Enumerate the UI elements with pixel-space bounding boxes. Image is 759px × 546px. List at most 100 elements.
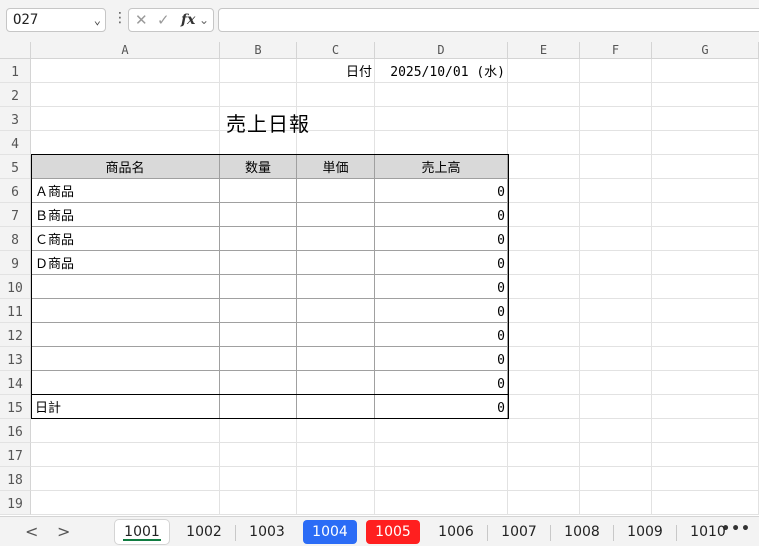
cell-b14[interactable] [220, 371, 297, 395]
cell-f14[interactable] [580, 371, 652, 395]
cell-e6[interactable] [508, 179, 580, 203]
cell-c18[interactable] [297, 467, 375, 491]
cell-b15[interactable] [220, 395, 297, 419]
column-header-g[interactable]: G [652, 42, 759, 59]
cell-c9[interactable] [297, 251, 375, 275]
cell-c15[interactable] [297, 395, 375, 419]
cell-g11[interactable] [652, 299, 759, 323]
row-header-16[interactable]: 16 [0, 419, 31, 443]
more-options-icon[interactable]: ⋮ [113, 10, 127, 26]
cell-a7[interactable]: Ｂ商品 [31, 203, 220, 227]
row-header-5[interactable]: 5 [0, 155, 31, 179]
cell-b2[interactable] [220, 83, 297, 107]
row-header-19[interactable]: 19 [0, 491, 31, 515]
cell-g17[interactable] [652, 443, 759, 467]
cell-f16[interactable] [580, 419, 652, 443]
cell-f9[interactable] [580, 251, 652, 275]
cell-d12[interactable]: 0 [375, 323, 508, 347]
cell-b6[interactable] [220, 179, 297, 203]
cell-g12[interactable] [652, 323, 759, 347]
cell-f13[interactable] [580, 347, 652, 371]
cell-c12[interactable] [297, 323, 375, 347]
cell-c16[interactable] [297, 419, 375, 443]
cell-d15[interactable]: 0 [375, 395, 508, 419]
cell-b5[interactable]: 数量 [220, 155, 297, 179]
cell-b11[interactable] [220, 299, 297, 323]
cell-e10[interactable] [508, 275, 580, 299]
row-header-9[interactable]: 9 [0, 251, 31, 275]
cell-g5[interactable] [652, 155, 759, 179]
cell-d2[interactable] [375, 83, 508, 107]
cell-e11[interactable] [508, 299, 580, 323]
cell-g2[interactable] [652, 83, 759, 107]
cell-d6[interactable]: 0 [375, 179, 508, 203]
cell-a3[interactable] [31, 107, 220, 131]
cell-b18[interactable] [220, 467, 297, 491]
cell-a9[interactable]: Ｄ商品 [31, 251, 220, 275]
row-header-4[interactable]: 4 [0, 131, 31, 155]
cell-b9[interactable] [220, 251, 297, 275]
cell-e3[interactable] [508, 107, 580, 131]
cell-b13[interactable] [220, 347, 297, 371]
cell-a17[interactable] [31, 443, 220, 467]
cell-d17[interactable] [375, 443, 508, 467]
row-header-7[interactable]: 7 [0, 203, 31, 227]
cell-f19[interactable] [580, 491, 652, 515]
cell-d7[interactable]: 0 [375, 203, 508, 227]
cell-f17[interactable] [580, 443, 652, 467]
cell-e15[interactable] [508, 395, 580, 419]
formula-input[interactable] [218, 8, 759, 32]
cell-c7[interactable] [297, 203, 375, 227]
cell-e14[interactable] [508, 371, 580, 395]
cell-a5[interactable]: 商品名 [31, 155, 220, 179]
cell-f12[interactable] [580, 323, 652, 347]
tab-sheet-1001[interactable]: 1001 [115, 520, 169, 544]
cell-d18[interactable] [375, 467, 508, 491]
cell-c19[interactable] [297, 491, 375, 515]
cell-d5[interactable]: 売上高 [375, 155, 508, 179]
cell-f3[interactable] [580, 107, 652, 131]
cell-c11[interactable] [297, 299, 375, 323]
cell-g18[interactable] [652, 467, 759, 491]
row-header-12[interactable]: 12 [0, 323, 31, 347]
name-box[interactable]: O27 ⌄ [6, 8, 106, 32]
tab-sheet-1004[interactable]: 1004 [303, 520, 357, 544]
cell-f6[interactable] [580, 179, 652, 203]
cell-e19[interactable] [508, 491, 580, 515]
cell-e7[interactable] [508, 203, 580, 227]
cell-f1[interactable] [580, 59, 652, 83]
cell-c13[interactable] [297, 347, 375, 371]
column-header-a[interactable]: A [31, 42, 220, 59]
cell-d3[interactable] [375, 107, 508, 131]
select-all-corner[interactable] [0, 42, 31, 59]
cell-g9[interactable] [652, 251, 759, 275]
insert-function-icon[interactable]: fx [181, 12, 195, 28]
cell-e18[interactable] [508, 467, 580, 491]
cell-d4[interactable] [375, 131, 508, 155]
cell-a13[interactable] [31, 347, 220, 371]
cell-e1[interactable] [508, 59, 580, 83]
tab-sheet-1009[interactable]: 1009 [618, 520, 672, 544]
cell-f11[interactable] [580, 299, 652, 323]
cell-f18[interactable] [580, 467, 652, 491]
cell-g3[interactable] [652, 107, 759, 131]
cell-f8[interactable] [580, 227, 652, 251]
cell-c14[interactable] [297, 371, 375, 395]
cell-a10[interactable] [31, 275, 220, 299]
chevron-down-icon[interactable]: ⌄ [199, 13, 209, 27]
cell-e2[interactable] [508, 83, 580, 107]
tab-sheet-1002[interactable]: 1002 [177, 520, 231, 544]
cell-g8[interactable] [652, 227, 759, 251]
column-header-c[interactable]: C [297, 42, 375, 59]
cell-a18[interactable] [31, 467, 220, 491]
cell-c8[interactable] [297, 227, 375, 251]
cell-e13[interactable] [508, 347, 580, 371]
column-header-f[interactable]: F [580, 42, 652, 59]
cell-f4[interactable] [580, 131, 652, 155]
cell-d9[interactable]: 0 [375, 251, 508, 275]
cell-d8[interactable]: 0 [375, 227, 508, 251]
cell-b10[interactable] [220, 275, 297, 299]
next-sheet-icon[interactable]: > [57, 522, 70, 541]
cell-f7[interactable] [580, 203, 652, 227]
cell-g4[interactable] [652, 131, 759, 155]
